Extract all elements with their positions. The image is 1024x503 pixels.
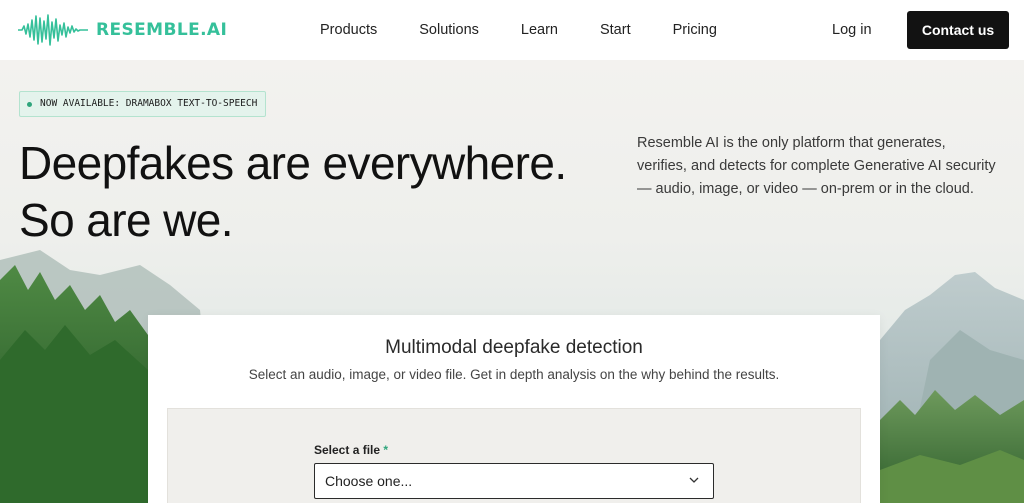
site-header: RESEMBLE.AI Products Solutions Learn Sta…	[0, 0, 1024, 60]
deepfake-detection-card: Multimodal deepfake detection Select an …	[148, 315, 880, 503]
nav-item-start[interactable]: Start	[600, 22, 631, 38]
waveform-icon	[18, 14, 88, 46]
brand-logo[interactable]: RESEMBLE.AI	[18, 12, 227, 48]
nav-item-pricing[interactable]: Pricing	[673, 22, 717, 38]
card-title: Multimodal deepfake detection	[385, 337, 643, 358]
required-mark: *	[383, 443, 389, 457]
file-select-label-text: Select a file	[314, 443, 381, 457]
hero-section: NOW AVAILABLE: DRAMABOX TEXT-TO-SPEECH D…	[0, 60, 1024, 503]
chevron-down-icon	[689, 477, 699, 483]
hero-headline: Deepfakes are everywhere. So are we.	[19, 137, 567, 246]
login-link[interactable]: Log in	[832, 22, 872, 38]
announcement-text: NOW AVAILABLE: DRAMABOX TEXT-TO-SPEECH	[40, 98, 258, 109]
file-type-select[interactable]: Choose one...	[314, 463, 714, 499]
file-select-label: Select a file *	[314, 443, 388, 457]
card-subtitle: Select an audio, image, or video file. G…	[248, 367, 780, 382]
hero-description: Resemble AI is the only platform that ge…	[637, 135, 996, 197]
brand-name: RESEMBLE.AI	[96, 20, 228, 40]
nav-item-solutions[interactable]: Solutions	[419, 22, 479, 38]
nav-item-products[interactable]: Products	[320, 22, 377, 38]
main-nav: Products Solutions Learn Start Pricing	[320, 0, 759, 60]
announcement-badge[interactable]: NOW AVAILABLE: DRAMABOX TEXT-TO-SPEECH	[19, 91, 267, 117]
upload-panel: Select a file * Choose one...	[167, 408, 861, 503]
nav-item-learn[interactable]: Learn	[521, 22, 558, 38]
contact-us-button[interactable]: Contact us	[907, 11, 1009, 49]
file-type-select-value: Choose one...	[325, 473, 413, 489]
status-dot-icon	[27, 102, 32, 107]
